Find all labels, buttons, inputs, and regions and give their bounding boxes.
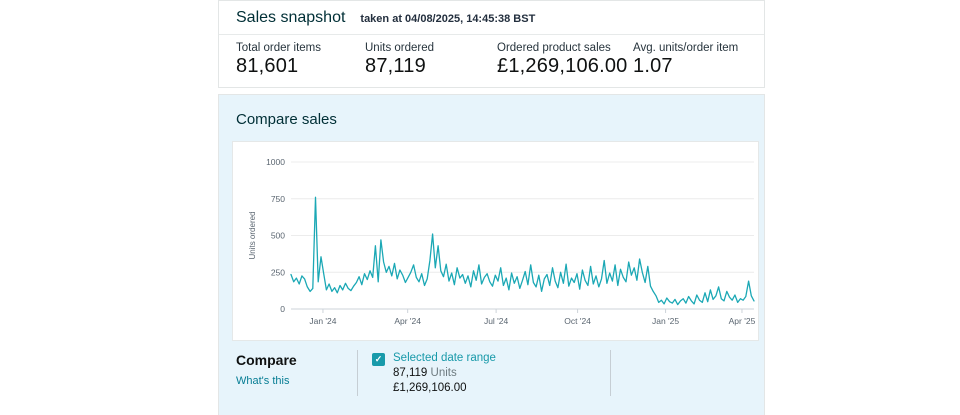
legend-sales-value: £1,269,106.00 bbox=[393, 382, 467, 394]
compare-sales-card: Compare sales 0 250 500 750 1000 Jan '24 Apr '… bbox=[218, 94, 765, 415]
svg-text:Jul '24: Jul '24 bbox=[484, 316, 509, 326]
sales-chart-svg[interactable]: 0 250 500 750 1000 Jan '24 Apr '24 Jul '24 Oct '… bbox=[233, 142, 758, 340]
legend-selected-date-range: ✓ Selected date range 87,119 Units £1,26… bbox=[358, 350, 610, 396]
metric-label: Total order items bbox=[236, 42, 322, 54]
svg-text:1000: 1000 bbox=[266, 157, 285, 167]
metric-total-order-items: Total order items 81,601 bbox=[236, 42, 365, 78]
compare-heading: Compare bbox=[236, 352, 297, 368]
svg-text:Apr '25: Apr '25 bbox=[729, 316, 756, 326]
metric-units-ordered: Units ordered 87,119 bbox=[365, 42, 497, 78]
metric-value: 87,119 bbox=[365, 55, 426, 77]
legend-units-value: 87,119 bbox=[393, 367, 428, 379]
sales-snapshot-card: Sales snapshot taken at 04/08/2025, 14:4… bbox=[218, 0, 765, 88]
whats-this-link[interactable]: What's this bbox=[236, 375, 357, 387]
metric-avg-units-per-order: Avg. units/order item 1.07 bbox=[633, 42, 738, 78]
metric-value: 81,601 bbox=[236, 55, 299, 77]
metric-value: £1,269,106.00 bbox=[497, 55, 628, 77]
snapshot-timestamp: taken at 04/08/2025, 14:45:38 BST bbox=[360, 12, 536, 25]
compare-footer: Compare What's this ✓ Selected date rang… bbox=[219, 350, 764, 396]
metric-label: Avg. units/order item bbox=[633, 42, 739, 54]
svg-text:250: 250 bbox=[271, 267, 285, 277]
svg-text:0: 0 bbox=[280, 304, 285, 314]
legend-text-block: Selected date range 87,119 Units £1,269,… bbox=[393, 352, 496, 396]
svg-text:750: 750 bbox=[271, 194, 285, 204]
selected-date-range-checkbox[interactable]: ✓ bbox=[372, 353, 385, 366]
legend-units-suffix: Units bbox=[430, 367, 457, 379]
compare-sales-title: Compare sales bbox=[236, 111, 337, 128]
metric-label: Ordered product sales bbox=[497, 42, 611, 54]
svg-text:Jan '25: Jan '25 bbox=[652, 316, 679, 326]
legend-units-line: 87,119 Units bbox=[393, 367, 496, 379]
sales-snapshot-header: Sales snapshot taken at 04/08/2025, 14:4… bbox=[219, 1, 764, 35]
checkmark-icon: ✓ bbox=[374, 354, 383, 364]
legend-label: Selected date range bbox=[393, 352, 496, 364]
svg-text:Units ordered: Units ordered bbox=[248, 211, 257, 259]
main-content: Sales snapshot taken at 04/08/2025, 14:4… bbox=[218, 0, 765, 415]
metrics-row: Total order items 81,601 Units ordered 8… bbox=[219, 35, 764, 87]
units-ordered-chart[interactable]: 0 250 500 750 1000 Jan '24 Apr '24 Jul '24 Oct '… bbox=[232, 141, 759, 341]
metric-label: Units ordered bbox=[365, 42, 435, 54]
svg-text:500: 500 bbox=[271, 231, 285, 241]
metric-value: 1.07 bbox=[633, 55, 673, 77]
svg-text:Oct '24: Oct '24 bbox=[564, 316, 591, 326]
svg-text:Apr '24: Apr '24 bbox=[394, 316, 421, 326]
page-title: Sales snapshot bbox=[236, 8, 346, 26]
footer-divider-right bbox=[610, 350, 611, 396]
svg-text:Jan '24: Jan '24 bbox=[309, 316, 336, 326]
metric-ordered-product-sales: Ordered product sales £1,269,106.00 bbox=[497, 42, 633, 78]
compare-footer-left: Compare What's this bbox=[236, 350, 357, 396]
